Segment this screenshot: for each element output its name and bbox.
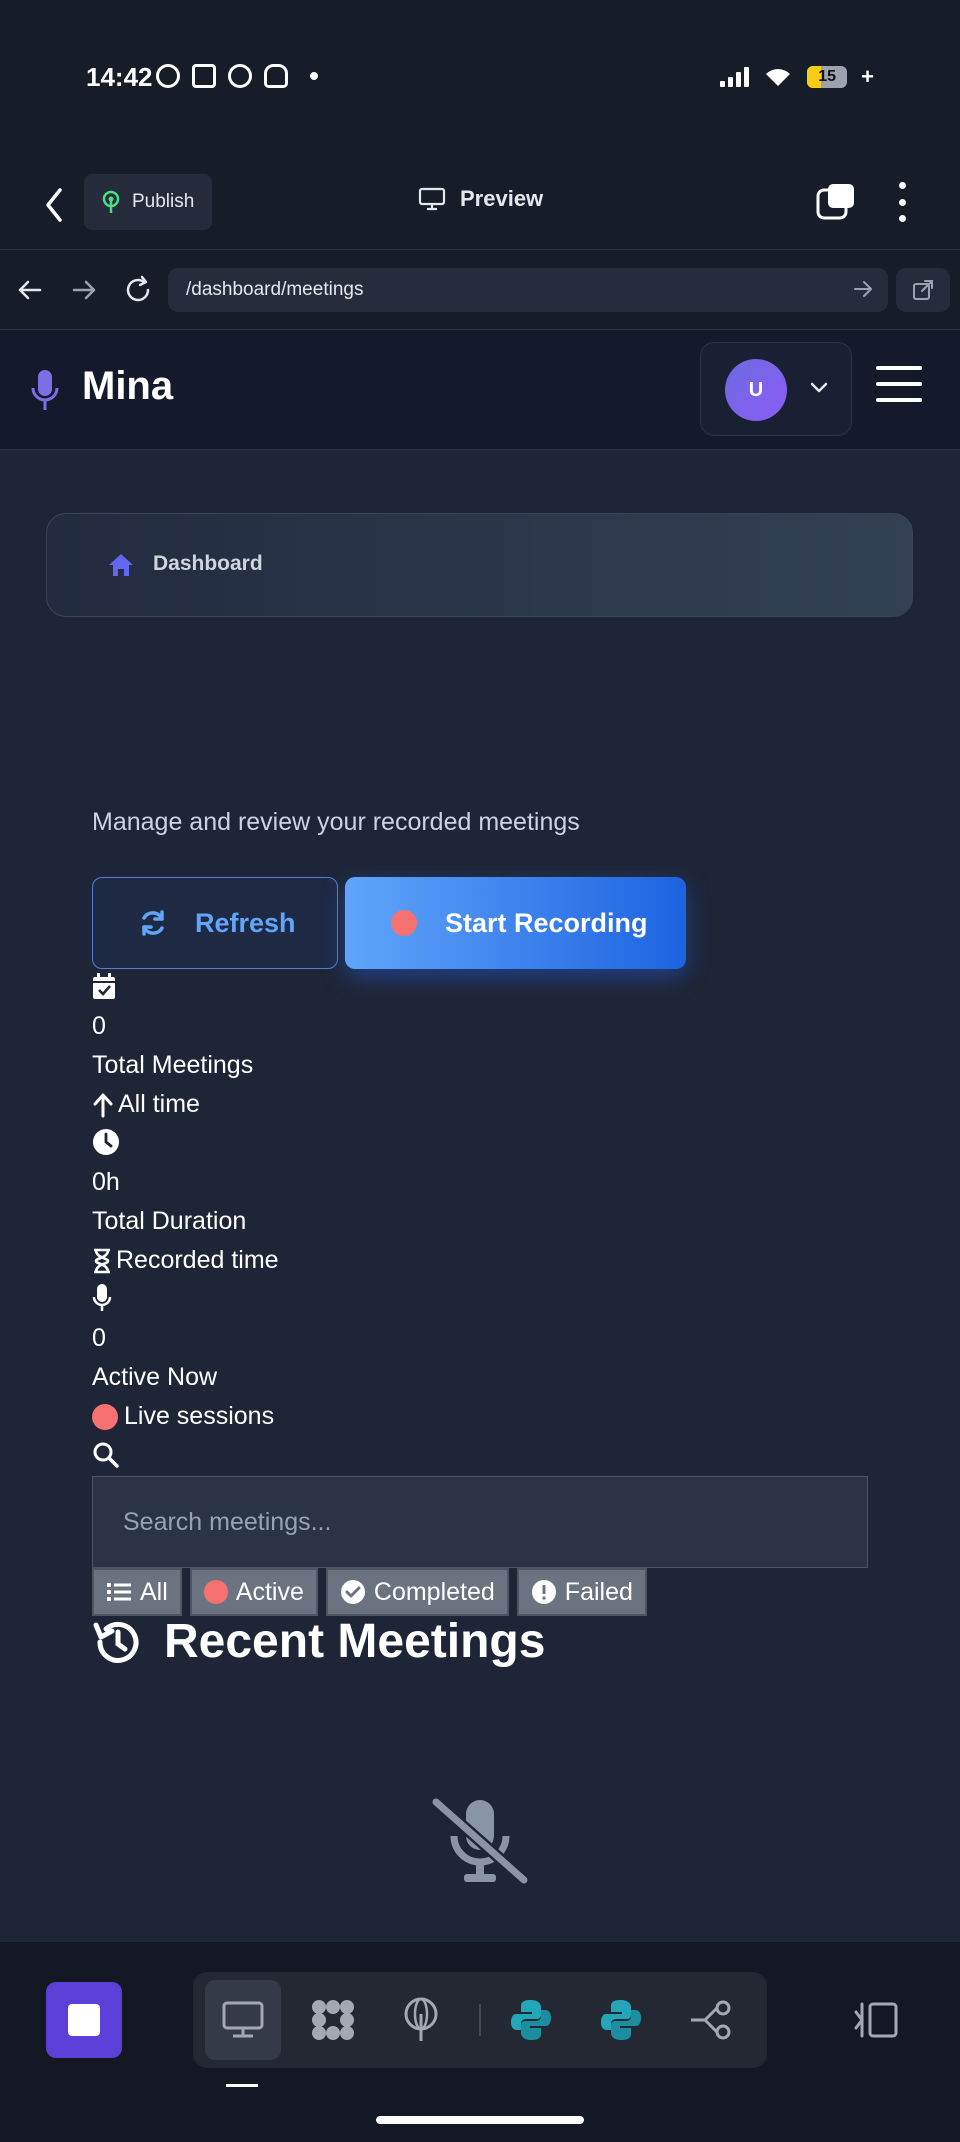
messages-icon: [228, 64, 252, 88]
list-icon: [107, 1583, 131, 1601]
breadcrumb: Dashboard: [46, 513, 913, 617]
avatar: U: [725, 359, 787, 421]
url-field[interactable]: /dashboard/meetings: [168, 268, 888, 312]
red-dot-icon: [92, 1403, 118, 1430]
site-header: Mina U: [0, 330, 960, 450]
side-panel-icon[interactable]: [852, 2000, 898, 2040]
stat-active-now-value: 0: [92, 1324, 106, 1352]
external-link-icon: [913, 280, 933, 300]
stop-icon: [68, 2004, 100, 2036]
url-text: /dashboard/meetings: [186, 279, 364, 300]
python-button-1[interactable]: [493, 1980, 569, 2060]
home-icon: [109, 554, 133, 576]
clock-icon: [93, 1129, 119, 1155]
filter-active-button[interactable]: Active: [189, 1568, 318, 1616]
signal-icon: [720, 67, 750, 87]
deploy-button[interactable]: [383, 1980, 459, 2060]
publish-icon: [102, 190, 120, 213]
preview-toggle[interactable]: Preview: [418, 186, 543, 212]
filter-bar: All Active Completed Failed: [92, 1568, 647, 1616]
history-icon: [93, 1621, 139, 1663]
publish-button[interactable]: Publish: [84, 174, 212, 230]
start-recording-button[interactable]: Start Recording: [345, 877, 686, 969]
microphone-slash-icon: [432, 1797, 528, 1885]
arrow-up-icon: [93, 1093, 113, 1117]
user-menu[interactable]: U: [700, 342, 852, 436]
desktop-view-button[interactable]: [205, 1980, 281, 2060]
open-external-button[interactable]: [896, 268, 950, 312]
bottom-toolbar: [0, 1942, 960, 2142]
stat-total-meetings-note: All time: [92, 1090, 200, 1119]
more-options-icon[interactable]: [896, 182, 908, 222]
monitor-icon: [222, 2001, 264, 2038]
refresh-button[interactable]: Refresh: [92, 877, 338, 969]
toolbar-divider: [479, 2004, 481, 2036]
stat-active-now-note: Live sessions: [92, 1402, 274, 1431]
status-bar: 14:42 15 +: [0, 0, 960, 160]
python-icon: [511, 2000, 551, 2040]
python-icon: [601, 2000, 641, 2040]
home-indicator[interactable]: [376, 2116, 584, 2124]
grid-apps-icon: [312, 2000, 354, 2040]
red-dot-icon: [203, 1580, 228, 1604]
battery-icon: 15: [807, 66, 848, 88]
preview-label: Preview: [460, 186, 544, 211]
reload-icon[interactable]: [122, 274, 154, 306]
stat-total-meetings-value: 0: [92, 1012, 106, 1040]
chevron-down-icon: [810, 382, 828, 393]
more-notifications-icon: [310, 72, 318, 80]
exclamation-circle-icon: [531, 1580, 556, 1604]
stat-total-duration-value: 0h: [92, 1168, 120, 1196]
browser-forward-icon[interactable]: [68, 274, 100, 306]
stop-button[interactable]: [46, 1982, 122, 2058]
search-input[interactable]: [92, 1476, 868, 1568]
page-subtitle: Manage and review your recorded meetings: [92, 808, 580, 836]
record-dot-icon: [391, 910, 417, 936]
system-icons: 15 +: [720, 64, 874, 90]
back-icon[interactable]: [40, 186, 68, 224]
wifi-icon: [766, 69, 791, 86]
go-arrow-icon[interactable]: [852, 278, 874, 300]
refresh-label: Refresh: [195, 907, 296, 938]
search-icon: [93, 1442, 119, 1468]
browser-back-icon[interactable]: [14, 274, 46, 306]
stat-total-duration-note: Recorded time: [92, 1246, 279, 1275]
brand-name[interactable]: Mina: [82, 364, 173, 409]
start-recording-label: Start Recording: [445, 907, 648, 938]
recent-meetings-header: Recent Meetings: [92, 1614, 545, 1669]
flow-nodes-icon: [691, 2000, 731, 2040]
tabs-icon[interactable]: [816, 182, 856, 222]
slack-icon: [192, 64, 216, 88]
calendar-check-icon: [93, 973, 115, 999]
hamburger-menu-icon[interactable]: [876, 366, 922, 402]
publish-label: Publish: [132, 191, 195, 212]
browser-toolbar: /dashboard/meetings: [0, 250, 960, 330]
microphone-logo-icon: [31, 370, 59, 410]
stat-total-duration-label: Total Duration: [92, 1207, 247, 1235]
tool-group: [193, 1972, 767, 2068]
stat-total-meetings-label: Total Meetings: [92, 1051, 254, 1079]
apps-button[interactable]: [295, 1980, 371, 2060]
recent-meetings-title: Recent Meetings: [164, 1615, 546, 1668]
stat-active-now-label: Active Now: [92, 1363, 218, 1391]
microphone-icon: [92, 1284, 112, 1311]
workflow-button[interactable]: [673, 1980, 749, 2060]
app-bar: Publish Preview: [0, 160, 960, 250]
check-circle-icon: [340, 1580, 365, 1604]
charging-icon: +: [861, 64, 874, 89]
snapchat-icon: [264, 64, 288, 88]
whatsapp-icon: [156, 64, 180, 88]
monitor-icon: [418, 187, 446, 211]
filter-all-button[interactable]: All: [92, 1568, 182, 1616]
notification-icons: [156, 64, 318, 88]
status-time: 14:42: [86, 62, 153, 92]
breadcrumb-dashboard[interactable]: Dashboard: [153, 552, 263, 576]
antenna-icon: [404, 1997, 438, 2041]
python-button-2[interactable]: [583, 1980, 659, 2060]
filter-completed-button[interactable]: Completed: [325, 1568, 509, 1616]
refresh-icon: [142, 910, 164, 936]
active-tab-indicator: [226, 2084, 258, 2087]
filter-failed-button[interactable]: Failed: [516, 1568, 647, 1616]
hourglass-icon: [94, 1248, 110, 1273]
